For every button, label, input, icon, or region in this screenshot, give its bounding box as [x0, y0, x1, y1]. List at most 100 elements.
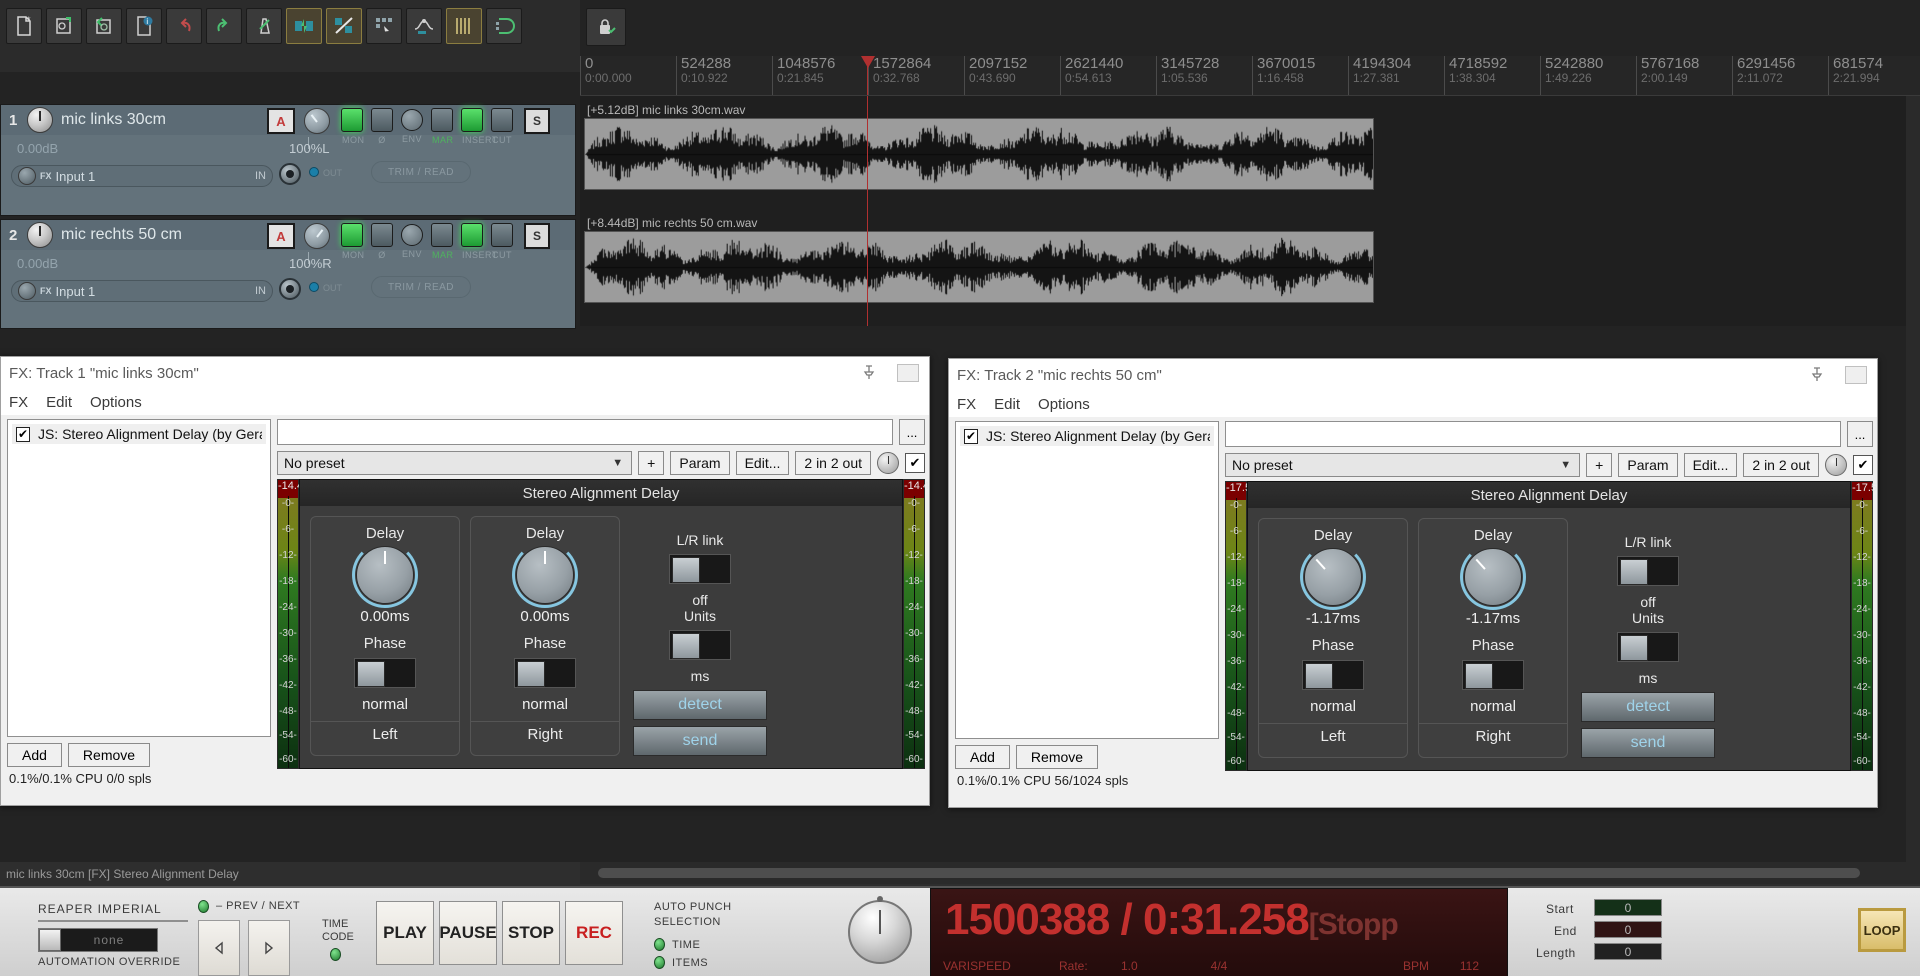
param-button[interactable]: Param: [670, 451, 729, 475]
io-routing-button[interactable]: [279, 278, 301, 300]
fx-window-track2[interactable]: FX: Track 2 "mic rechts 50 cm" FX Edit O…: [948, 358, 1878, 808]
bpm-value[interactable]: 112: [1460, 959, 1479, 973]
add-fx-button[interactable]: Add: [7, 743, 62, 767]
fx-enable-checkbox[interactable]: ✔: [964, 429, 978, 444]
volume-knob[interactable]: [27, 107, 53, 133]
fx-chain-list[interactable]: ✔ JS: Stereo Alignment Delay (by Gerai..…: [7, 419, 271, 737]
loop-region-button[interactable]: [486, 8, 522, 44]
input-gain-knob[interactable]: [18, 167, 36, 185]
open-project-button[interactable]: [46, 8, 82, 44]
preset-select[interactable]: No preset ▼: [1225, 453, 1580, 477]
plugin-ui[interactable]: Stereo Alignment Delay Delay 0.00ms Phas…: [299, 479, 903, 769]
metronome-button[interactable]: [246, 8, 282, 44]
track-input-row[interactable]: FX Input 1 IN: [11, 165, 273, 187]
play-button[interactable]: PLAY: [376, 901, 434, 965]
record-arm-button[interactable]: A: [267, 223, 295, 249]
units-toggle[interactable]: [669, 630, 731, 660]
fx-window-track1[interactable]: FX: Track 1 "mic links 30cm" FX Edit Opt…: [0, 356, 930, 806]
phase-toggle-left[interactable]: [1302, 660, 1364, 690]
track-input-row[interactable]: FX Input 1 IN: [11, 280, 273, 302]
insert-button[interactable]: INSERT: [461, 223, 483, 247]
pin-icon[interactable]: [1809, 366, 1825, 382]
pan-knob[interactable]: [304, 223, 330, 249]
menu-options[interactable]: Options: [1038, 396, 1090, 413]
stop-button[interactable]: STOP: [502, 901, 560, 965]
fx-window-title-bar[interactable]: FX: Track 1 "mic links 30cm": [1, 357, 929, 389]
time-display[interactable]: 1500388 / 0:31.258[Stopp VARISPEED Rate:…: [930, 888, 1508, 976]
phase-toggle-right[interactable]: [514, 658, 576, 688]
arrange-view[interactable]: [+5.12dB] mic links 30cm.wav [+8.44dB] m…: [580, 96, 1920, 326]
menu-edit[interactable]: Edit: [994, 396, 1020, 413]
new-project-button[interactable]: *: [6, 8, 42, 44]
pan-knob[interactable]: [304, 108, 330, 134]
timeline-ruler[interactable]: 00:00.000 5242880:10.922 10485760:21.845…: [580, 56, 1920, 96]
crossfade-button[interactable]: [326, 8, 362, 44]
pin-icon[interactable]: [861, 364, 877, 380]
menu-options[interactable]: Options: [90, 394, 142, 411]
insert-button[interactable]: INSERT: [461, 108, 483, 132]
lr-link-toggle[interactable]: [669, 554, 731, 584]
menu-fx[interactable]: FX: [9, 394, 28, 411]
envelope-button-track[interactable]: ENV: [401, 224, 423, 246]
start-value-field[interactable]: 0: [1594, 899, 1662, 916]
media-item[interactable]: [+5.12dB] mic links 30cm.wav: [584, 118, 1374, 190]
plugin-ui[interactable]: Stereo Alignment Delay Delay -1.17ms Pha…: [1247, 481, 1851, 771]
menu-fx[interactable]: FX: [957, 396, 976, 413]
save-project-button[interactable]: [86, 8, 122, 44]
fx-more-button[interactable]: ...: [1847, 421, 1873, 447]
record-arm-button[interactable]: A: [267, 108, 295, 134]
fx-more-button[interactable]: ...: [899, 419, 925, 445]
automation-mode-button[interactable]: TRIM / READ: [371, 276, 471, 298]
track-name[interactable]: mic links 30cm: [61, 111, 166, 129]
send-button[interactable]: send: [1581, 728, 1715, 758]
playhead-marker[interactable]: [867, 56, 868, 96]
fx-chain-item[interactable]: ✔ JS: Stereo Alignment Delay (by Gerai..…: [960, 426, 1214, 446]
lock-toggle-button[interactable]: [586, 8, 626, 46]
auto-punch-items-row[interactable]: ITEMS: [654, 956, 708, 969]
project-info-button[interactable]: i: [126, 8, 162, 44]
edit-button[interactable]: Edit...: [736, 451, 790, 475]
window-control-button[interactable]: [897, 364, 919, 382]
solo-button[interactable]: S: [524, 223, 550, 249]
bypass-checkbox[interactable]: ✔: [905, 453, 925, 473]
solo-button[interactable]: S: [524, 108, 550, 134]
remove-fx-button[interactable]: Remove: [68, 743, 150, 767]
media-item[interactable]: [+8.44dB] mic rechts 50 cm.wav: [584, 231, 1374, 303]
detect-button[interactable]: detect: [1581, 692, 1715, 722]
marker-button[interactable]: MAR: [431, 108, 453, 132]
lr-link-toggle[interactable]: [1617, 556, 1679, 586]
phase-toggle-right[interactable]: [1462, 660, 1524, 690]
io-pins-button[interactable]: 2 in 2 out: [1743, 453, 1819, 477]
detect-button[interactable]: detect: [633, 690, 767, 720]
monitor-button[interactable]: MON: [341, 108, 363, 132]
track-row[interactable]: 2 mic rechts 50 cm 0.00dB 100%R A MON Ø …: [0, 219, 576, 329]
remove-fx-button[interactable]: Remove: [1016, 745, 1098, 769]
send-button[interactable]: send: [633, 726, 767, 756]
phase-invert-button[interactable]: Ø: [371, 223, 393, 247]
add-preset-button[interactable]: +: [1586, 453, 1612, 477]
preset-select[interactable]: No preset ▼: [277, 451, 632, 475]
delay-knob-left[interactable]: [356, 546, 414, 604]
undo-button[interactable]: [166, 8, 202, 44]
loop-toggle-button[interactable]: LOOP: [1858, 908, 1906, 952]
io-routing-button[interactable]: [279, 163, 301, 185]
track-name[interactable]: mic rechts 50 cm: [61, 226, 182, 244]
track-row[interactable]: 1 mic links 30cm 0.00dB 100%L A MON Ø EN…: [0, 104, 576, 216]
auto-punch-time-row[interactable]: TIME: [654, 938, 700, 951]
pause-button[interactable]: PAUSE: [439, 901, 497, 965]
volume-knob[interactable]: [27, 222, 53, 248]
delay-knob-right[interactable]: [516, 546, 574, 604]
add-preset-button[interactable]: +: [638, 451, 664, 475]
menu-edit[interactable]: Edit: [46, 394, 72, 411]
envelope-button[interactable]: [406, 8, 442, 44]
automation-override-select[interactable]: none: [38, 928, 158, 952]
grid-button[interactable]: [446, 8, 482, 44]
horizontal-scrollbar[interactable]: [580, 862, 1920, 884]
cut-button[interactable]: CUT: [491, 223, 513, 247]
edit-button[interactable]: Edit...: [1684, 453, 1738, 477]
delay-knob-right[interactable]: [1464, 548, 1522, 606]
grouping-button[interactable]: [366, 8, 402, 44]
record-button[interactable]: REC: [565, 901, 623, 965]
fx-chain-list[interactable]: ✔ JS: Stereo Alignment Delay (by Gerai..…: [955, 421, 1219, 739]
prev-marker-button[interactable]: [198, 920, 240, 976]
